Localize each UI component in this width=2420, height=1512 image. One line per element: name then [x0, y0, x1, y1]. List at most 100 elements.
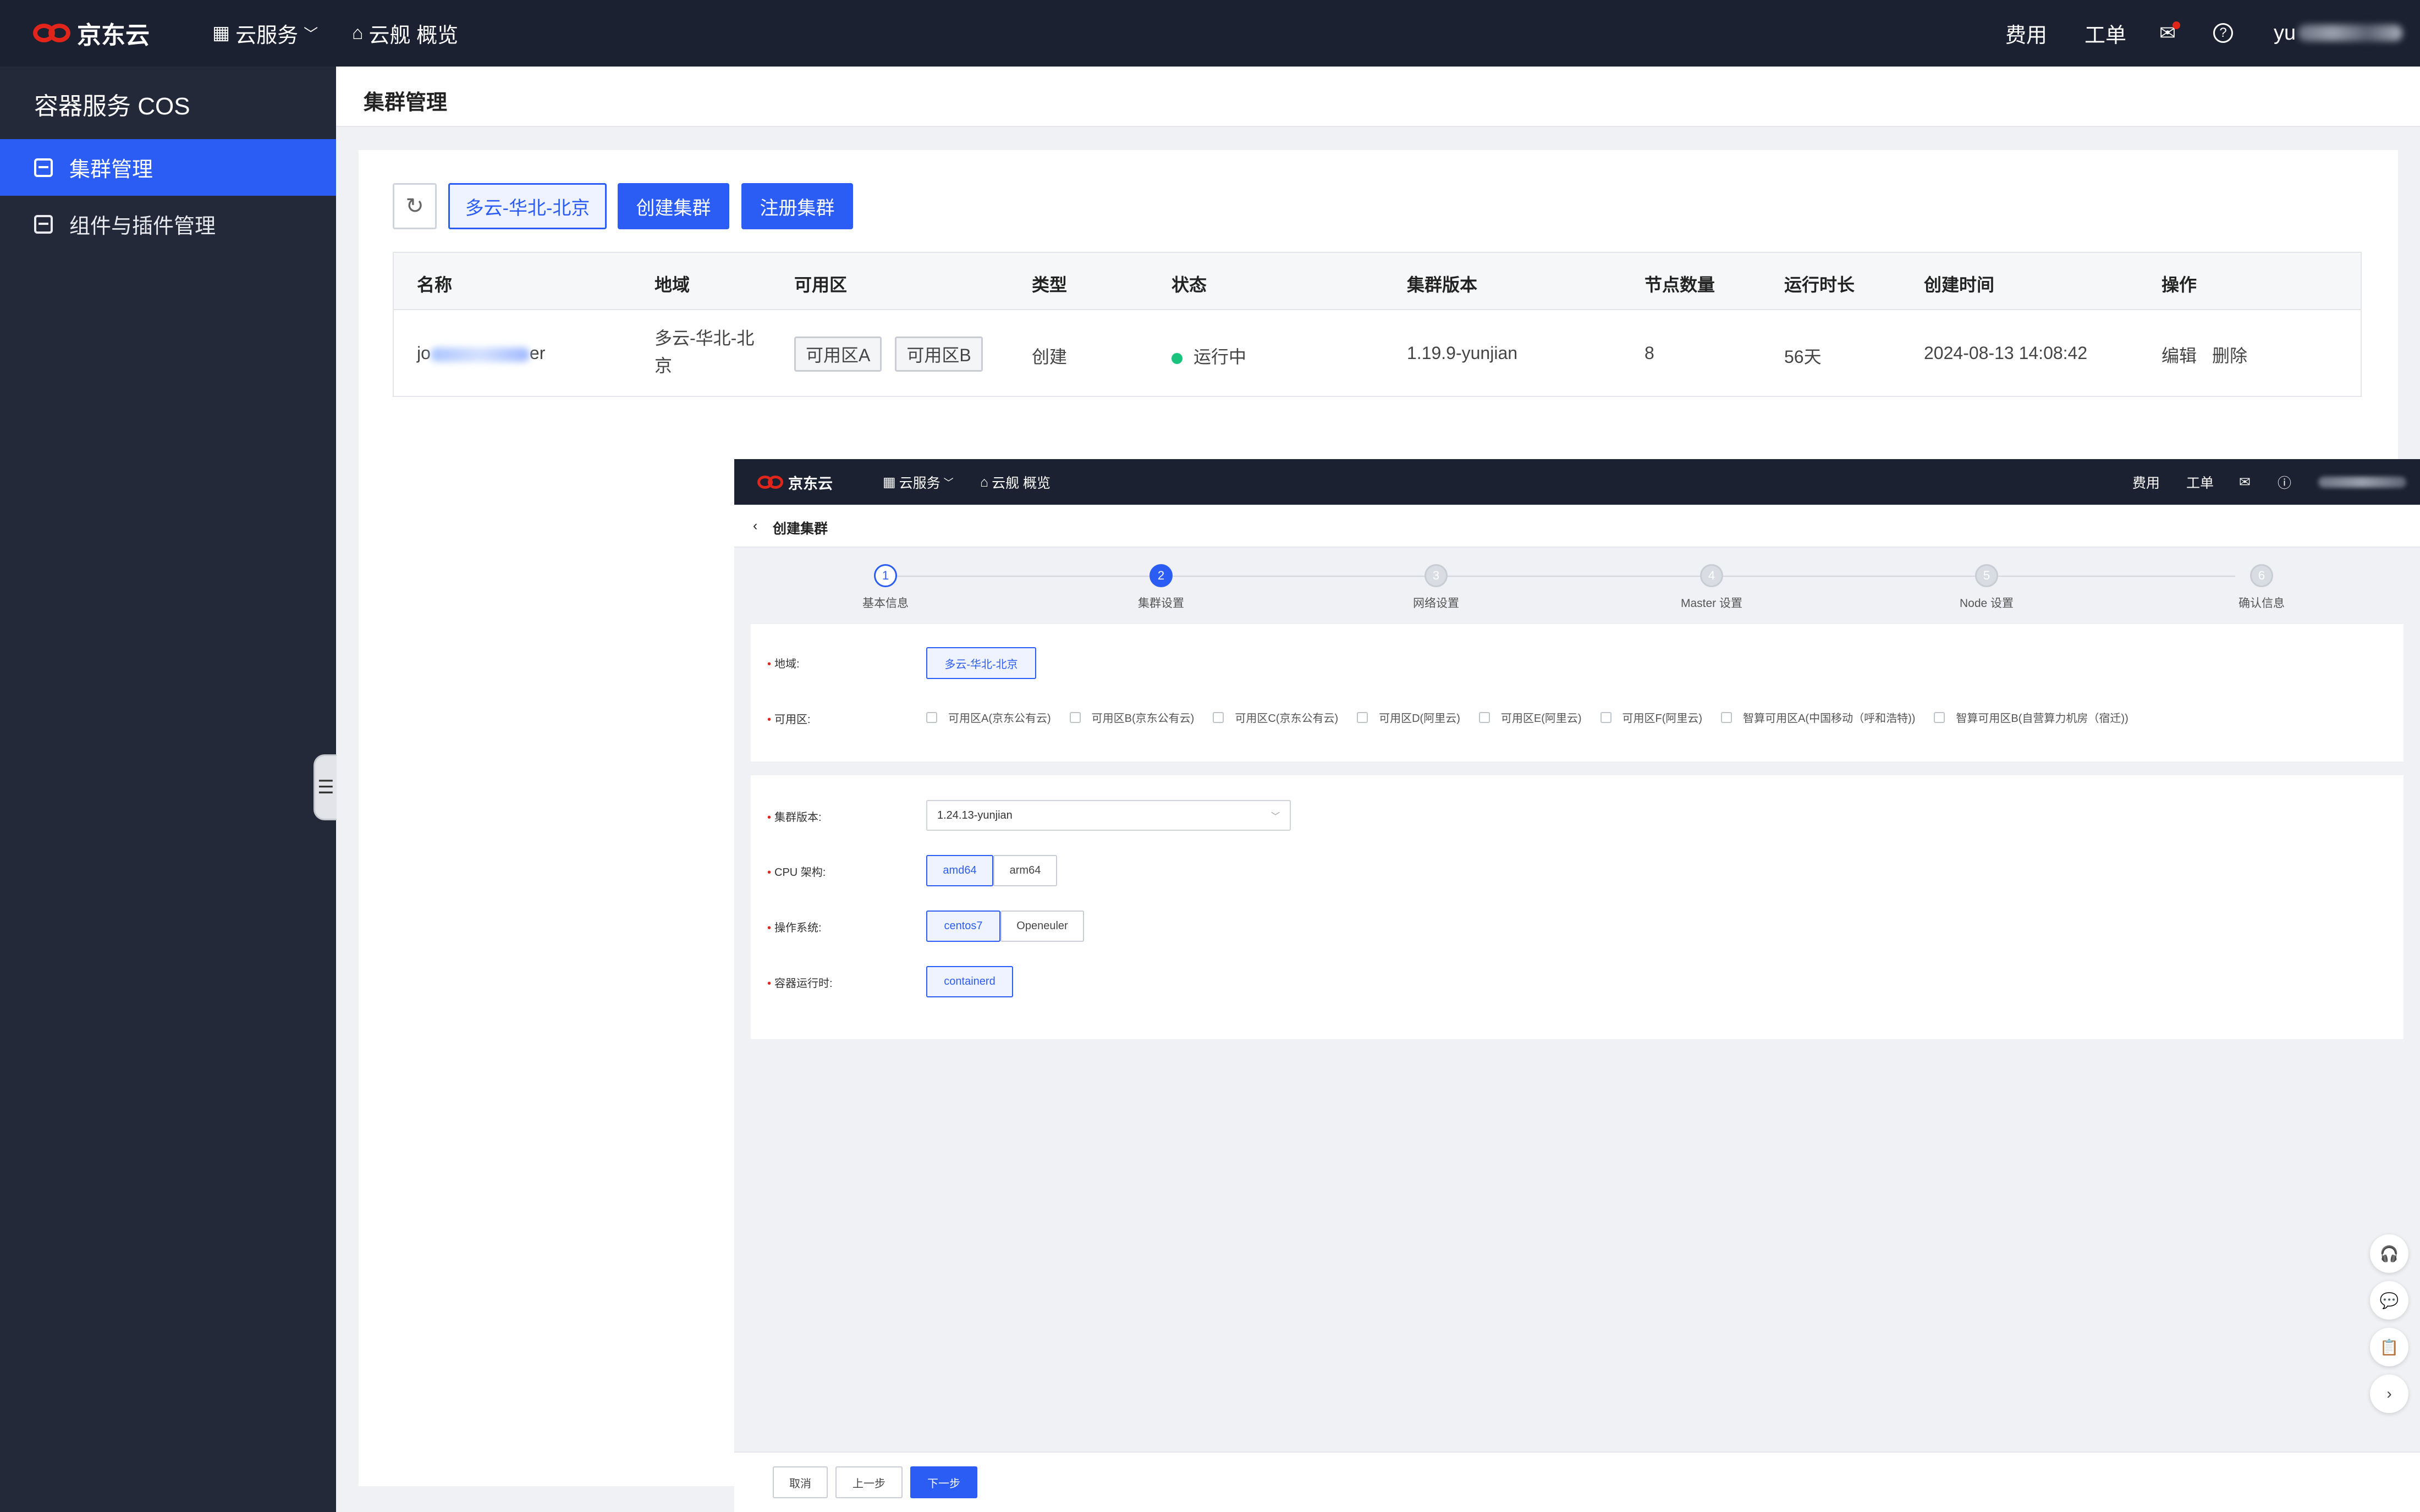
checkbox-icon [1600, 711, 1612, 723]
chevron-down-icon: ﹀ [1270, 812, 1280, 821]
cluster-region: 多云-华北-北 京 [654, 324, 754, 379]
os-option-openeuler[interactable]: Openeuler [1000, 910, 1084, 942]
sidebar-item-label: 集群管理 [69, 158, 153, 181]
step-2-label: 集群设置 [1138, 597, 1184, 610]
user-name: yu [2274, 21, 2296, 45]
create-cluster-button[interactable]: 创建集群 [618, 183, 729, 229]
step-2-indicator[interactable]: 2 [1150, 564, 1173, 587]
column-header-type: 类型 [1032, 275, 1068, 295]
refresh-button[interactable]: ↻ [393, 183, 437, 229]
edit-link[interactable]: 编辑 [2162, 342, 2197, 367]
mail-icon[interactable]: ✉ [2239, 471, 2251, 493]
ticket-link[interactable]: 工单 [2084, 16, 2126, 49]
fee-label: 费用 [2005, 24, 2048, 47]
zone-tag: 可用区B [895, 336, 983, 372]
zone-checkbox-ai-a[interactable]: 智算可用区A(中国移动（呼和浩特)) [1721, 709, 1915, 725]
step-6-label: 确认信息 [2238, 597, 2285, 610]
runtime-option-containerd[interactable]: containerd [926, 966, 1013, 997]
zone-option-label: 可用区F(阿里云) [1622, 713, 1703, 725]
yunjian-overview-label: 云舰 概览 [369, 24, 459, 47]
cancel-button[interactable]: 取消 [773, 1466, 828, 1498]
user-menu[interactable]: yu [2274, 16, 2403, 49]
sidebar-title: 容器服务 COS [34, 93, 190, 120]
database-icon [34, 214, 53, 234]
next-step-button[interactable]: 下一步 [910, 1466, 977, 1498]
zone-option-label: 可用区A(京东公有云) [948, 713, 1051, 725]
register-cluster-button[interactable]: 注册集群 [741, 183, 853, 229]
jdcloud-logo-icon [33, 19, 72, 47]
step-1-label: 基本信息 [862, 597, 909, 610]
help-icon[interactable]: ? [2213, 16, 2233, 49]
delete-link[interactable]: 删除 [2212, 342, 2247, 367]
fee-link[interactable]: 费用 [2005, 16, 2047, 49]
cluster-created-time: 2024-08-13 14:08:42 [1924, 343, 2088, 363]
zone-checkbox-c[interactable]: 可用区C(京东公有云) [1213, 709, 1338, 725]
region-filter-button[interactable]: 多云-华北-北京 [448, 183, 607, 229]
cpu-option-amd64[interactable]: amd64 [926, 855, 993, 886]
wizard-footer: 取消 上一步 下一步 [734, 1452, 2420, 1512]
step-4-label: Master 设置 [1680, 597, 1742, 610]
cloud-services-label: 云服务 [235, 24, 299, 47]
overlay-top-navbar: 京东云 ▦ 云服务 ﹀ ⌂ 云舰 概览 费用 工单 ✉ ⓘ [734, 459, 2420, 505]
back-chevron-icon[interactable]: ‹ [753, 518, 757, 534]
cloud-services-menu[interactable]: ▦ 云服务 ﹀ [212, 16, 318, 49]
chevron-down-icon: ﹀ [943, 477, 954, 488]
sidebar-item-cluster-management[interactable]: 集群管理 [0, 139, 336, 196]
overlay-fee-link[interactable]: 费用 [2132, 471, 2160, 493]
step-1-indicator[interactable]: 1 [874, 564, 897, 587]
column-header-created: 创建时间 [1924, 275, 1995, 295]
brand-logo[interactable]: 京东云 [33, 18, 150, 49]
headset-icon[interactable]: 🎧 [2370, 1234, 2408, 1273]
zone-checkbox-d[interactable]: 可用区D(阿里云) [1357, 709, 1460, 725]
home-icon: ⌂ [980, 474, 989, 490]
sidebar: 容器服务 COS 集群管理 组件与插件管理 [0, 67, 336, 1512]
zone-checkbox-a[interactable]: 可用区A(京东公有云) [926, 709, 1051, 725]
overlay-ticket-label: 工单 [2186, 476, 2214, 491]
version-field-label: • 集群版本: [767, 812, 822, 824]
overlay-yunjian-overview-link[interactable]: ⌂ 云舰 概览 [980, 471, 1050, 493]
document-icon[interactable]: 📋 [2370, 1328, 2408, 1366]
column-header-status: 状态 [1172, 275, 1207, 295]
sidebar-collapse-handle[interactable]: ☰ [314, 754, 337, 820]
cpu-option-arm64[interactable]: arm64 [993, 855, 1057, 886]
zone-checkbox-e[interactable]: 可用区E(阿里云) [1478, 709, 1582, 725]
yunjian-overview-link[interactable]: ⌂ 云舰 概览 [352, 16, 458, 49]
runtime-field-label: • 容器运行时: [767, 978, 833, 990]
overlay-user-menu[interactable] [2318, 471, 2406, 493]
chevron-right-icon[interactable]: › [2370, 1375, 2408, 1413]
checkbox-icon [1357, 711, 1368, 723]
zone-checkbox-f[interactable]: 可用区F(阿里云) [1600, 709, 1703, 725]
mail-icon[interactable]: ✉ [2159, 16, 2181, 49]
runtime-label-text: 容器运行时: [774, 978, 833, 990]
chat-icon[interactable]: 💬 [2370, 1281, 2408, 1320]
checkbox-icon [1934, 711, 1945, 723]
os-option-centos7[interactable]: centos7 [926, 910, 1000, 942]
notification-dot [2172, 21, 2181, 29]
prev-step-button[interactable]: 上一步 [835, 1466, 903, 1498]
zone-checkbox-group: 可用区A(京东公有云) 可用区B(京东公有云) 可用区C(京东公有云) 可用区D… [926, 709, 2128, 725]
help-icon[interactable]: ⓘ [2278, 471, 2291, 493]
zone-checkbox-ai-b[interactable]: 智算可用区B(自营算力机房（宿迁)) [1934, 709, 2128, 725]
overlay-brand-logo[interactable]: 京东云 [757, 471, 833, 493]
cpu-label-text: CPU 架构: [774, 867, 826, 879]
region-option-button[interactable]: 多云-华北-北京 [926, 647, 1036, 679]
cluster-name-link[interactable]: jo er [417, 343, 545, 363]
checkbox-icon [926, 711, 937, 723]
step-6-indicator: 6 [2250, 564, 2273, 587]
cluster-region-line1: 多云-华北-北 [654, 328, 755, 348]
overlay-yunjian-overview-label: 云舰 概览 [992, 476, 1051, 491]
cluster-region-line2: 京 [654, 356, 673, 376]
page-header: 集群管理 [336, 67, 2420, 127]
cluster-node-count: 8 [1645, 343, 1654, 363]
overlay-ticket-link[interactable]: 工单 [2186, 471, 2214, 493]
stepper-line [897, 576, 2235, 577]
status-dot-icon [1172, 352, 1182, 364]
version-select-value: 1.24.13-yunjian [937, 809, 1013, 821]
zone-checkbox-b[interactable]: 可用区B(京东公有云) [1069, 709, 1194, 725]
sidebar-item-components-plugins[interactable]: 组件与插件管理 [0, 196, 336, 252]
grid-icon: ▦ [212, 23, 230, 43]
step-3-label: 网络设置 [1413, 597, 1459, 610]
step-5-indicator: 5 [1975, 564, 1998, 587]
overlay-cloud-services-menu[interactable]: ▦ 云服务 ﹀ [883, 471, 954, 493]
version-select[interactable]: 1.24.13-yunjian ﹀ [926, 800, 1291, 831]
